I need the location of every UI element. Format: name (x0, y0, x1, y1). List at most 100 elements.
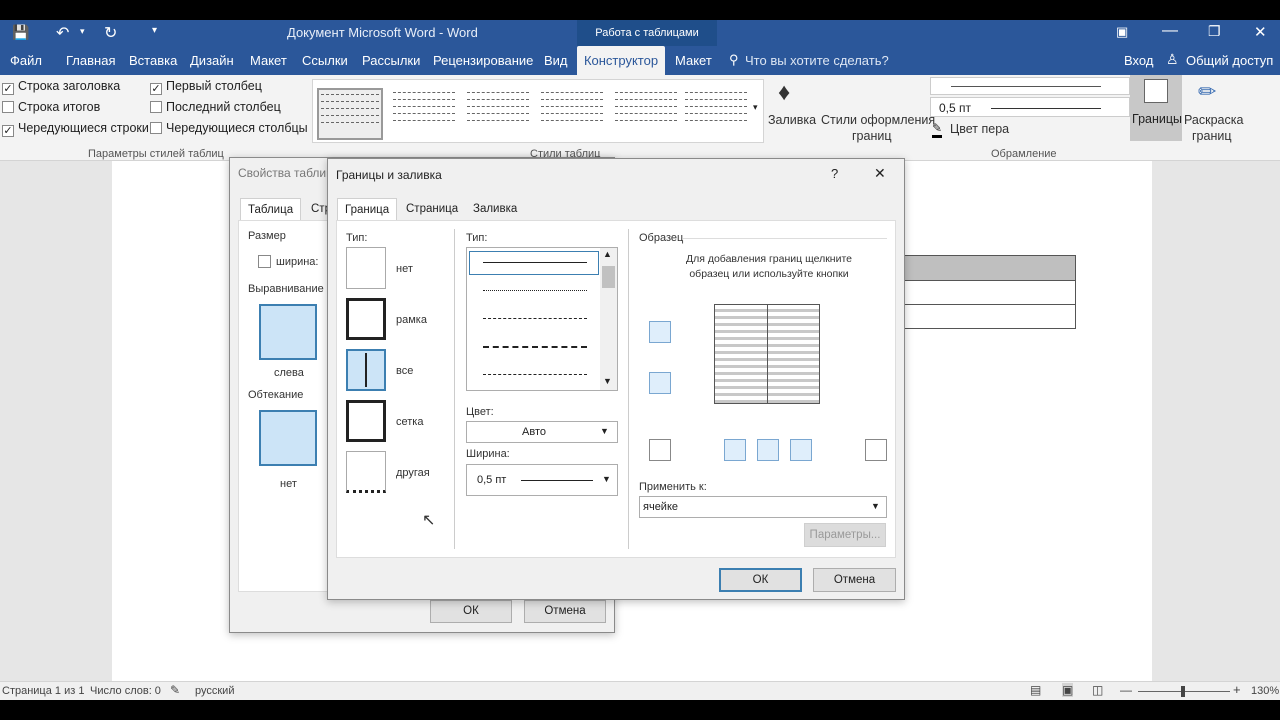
line-style-solid[interactable] (483, 262, 587, 263)
share-icon[interactable]: ♙ (1166, 51, 1179, 68)
shading-icon[interactable]: ♦ (778, 79, 790, 107)
banded-columns-checkbox[interactable] (150, 122, 162, 134)
pen-color-button[interactable]: Цвет пера (950, 122, 1009, 136)
table-properties-ok-button[interactable]: ОК (430, 600, 512, 623)
tab-layout[interactable]: Макет (250, 46, 287, 75)
doc-table-row[interactable] (901, 280, 1075, 304)
middle-vertical-border-button[interactable] (757, 439, 779, 461)
read-mode-icon[interactable]: ▤ (1030, 683, 1041, 697)
tab-insert[interactable]: Вставка (129, 46, 177, 75)
tab-table-design[interactable]: Конструктор (577, 46, 665, 75)
table-styles-gallery[interactable]: ▾ (312, 79, 764, 143)
borders-button[interactable]: Границы (1130, 75, 1182, 141)
shading-button[interactable]: Заливка (768, 113, 816, 127)
word-count[interactable]: Число слов: 0 (90, 685, 161, 697)
line-style-dashed[interactable] (483, 346, 587, 348)
zoom-level[interactable]: 130% (1251, 685, 1279, 697)
proofing-icon[interactable]: ✎ (170, 683, 180, 697)
scroll-thumb[interactable] (602, 266, 615, 288)
chevron-down-icon[interactable]: ▼ (600, 426, 609, 436)
chevron-down-icon[interactable]: ▼ (602, 474, 611, 484)
line-style-dropdown[interactable] (930, 77, 1130, 95)
table-style-3[interactable] (465, 88, 531, 140)
close-window-icon[interactable]: ✕ (1254, 23, 1267, 41)
table-properties-cancel-button[interactable]: Отмена (524, 600, 606, 623)
right-border-button[interactable] (790, 439, 812, 461)
language[interactable]: русский (195, 685, 234, 697)
undo-dropdown-icon[interactable]: ▾ (80, 26, 85, 37)
doc-table-row[interactable] (901, 304, 1075, 328)
align-left-option[interactable] (259, 304, 317, 360)
table-style-2[interactable] (391, 88, 457, 140)
tell-me-search[interactable]: Что вы хотите сделать? (745, 46, 889, 75)
setting-all[interactable] (346, 349, 386, 391)
banded-rows-checkbox[interactable]: ✓ (2, 125, 14, 137)
undo-icon[interactable]: ↶ (56, 23, 69, 43)
header-row-checkbox[interactable]: ✓ (2, 83, 14, 95)
banded-rows-option[interactable]: ✓ Чередующиеся строки (2, 121, 149, 137)
zoom-slider[interactable] (1138, 686, 1230, 697)
setting-custom[interactable] (346, 451, 386, 493)
sign-in-link[interactable]: Вход (1124, 46, 1153, 75)
minimize-icon[interactable]: — (1162, 22, 1178, 40)
line-style-dashed-small[interactable] (483, 318, 587, 319)
color-dropdown[interactable]: Авто ▼ (466, 421, 618, 443)
table-style-6[interactable] (683, 88, 749, 140)
wrap-none-option[interactable] (259, 410, 317, 466)
diagonal-down-button[interactable] (865, 439, 887, 461)
gallery-more-icon[interactable]: ▾ (753, 102, 758, 113)
tab-table-layout[interactable]: Макет (675, 46, 712, 75)
setting-box[interactable] (346, 298, 386, 340)
zoom-out-icon[interactable]: — (1120, 683, 1132, 697)
border-styles-button-line2[interactable]: границ (852, 129, 892, 143)
save-icon[interactable]: 💾 (12, 24, 29, 41)
chevron-down-icon[interactable]: ▼ (871, 501, 880, 511)
ok-button[interactable]: ОК (719, 568, 802, 592)
last-column-checkbox[interactable] (150, 101, 162, 113)
print-layout-icon[interactable]: ▣ (1062, 683, 1074, 697)
border-painter-button-line2[interactable]: границ (1192, 129, 1232, 143)
tab-mailings[interactable]: Рассылки (362, 46, 420, 75)
total-row-option[interactable]: Строка итогов (2, 100, 100, 114)
first-column-checkbox[interactable]: ✓ (150, 83, 162, 95)
tab-shading[interactable]: Заливка (466, 198, 524, 220)
border-painter-button[interactable]: Раскраска (1184, 113, 1243, 127)
table-style-1[interactable] (317, 88, 383, 140)
scroll-up-icon[interactable]: ▲ (603, 249, 612, 259)
scroll-down-icon[interactable]: ▼ (603, 376, 612, 386)
setting-grid[interactable] (346, 400, 386, 442)
tab-page-border[interactable]: Страница (399, 198, 465, 220)
line-style-dash-dot[interactable] (483, 374, 587, 375)
table-style-4[interactable] (539, 88, 605, 140)
line-weight-dropdown[interactable]: 0,5 пт (930, 97, 1130, 117)
setting-none[interactable] (346, 247, 386, 289)
tab-file[interactable]: Файл (10, 46, 42, 75)
diagonal-up-button[interactable] (649, 439, 671, 461)
tab-border[interactable]: Граница (337, 198, 398, 220)
zoom-slider-thumb[interactable] (1181, 686, 1185, 697)
total-row-checkbox[interactable] (2, 101, 14, 113)
zoom-in-icon[interactable]: + (1233, 682, 1241, 697)
quick-access-customize-icon[interactable]: ▾ (152, 25, 157, 36)
tab-references[interactable]: Ссылки (302, 46, 348, 75)
middle-horizontal-border-button[interactable] (649, 372, 671, 394)
border-styles-button[interactable]: Стили оформления (821, 113, 935, 127)
tab-view[interactable]: Вид (544, 46, 568, 75)
line-style-selected[interactable] (469, 251, 599, 275)
close-button[interactable]: ✕ (874, 165, 886, 182)
ribbon-display-icon[interactable]: ▣ (1116, 24, 1128, 40)
options-button[interactable]: Параметры... (804, 523, 886, 547)
tab-design[interactable]: Дизайн (190, 46, 234, 75)
top-border-button[interactable] (649, 321, 671, 343)
line-style-list[interactable]: ▲ ▼ (466, 247, 618, 391)
tab-home[interactable]: Главная (66, 46, 115, 75)
width-checkbox[interactable] (258, 255, 271, 268)
doc-table[interactable] (900, 255, 1076, 329)
width-dropdown[interactable]: 0,5 пт ▼ (466, 464, 618, 496)
left-border-button[interactable] (724, 439, 746, 461)
maximize-icon[interactable]: ❐ (1208, 23, 1221, 40)
header-row-option[interactable]: ✓ Строка заголовка (2, 79, 120, 95)
apply-to-dropdown[interactable]: ячейке ▼ (639, 496, 887, 518)
share-button[interactable]: Общий доступ (1186, 46, 1273, 75)
line-style-dotted[interactable] (483, 290, 587, 291)
